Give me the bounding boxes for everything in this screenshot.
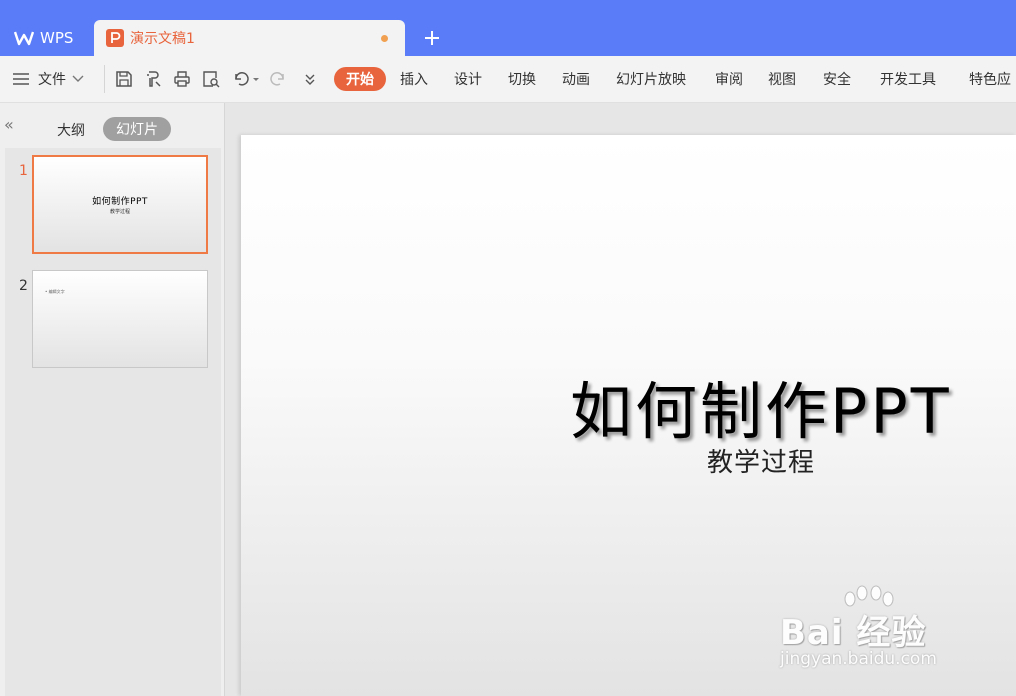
watermark-url: jingyan.baidu.com [780,649,937,669]
thumbnail-subtitle: 教学过程 [109,209,130,215]
tab-animations[interactable]: 动画 [562,67,590,91]
undo-button[interactable] [230,68,260,90]
undo-icon [235,72,259,86]
tab-home[interactable]: 开始 [334,67,386,91]
thumbnail-number: 2 [19,278,28,294]
print-preview-button[interactable] [200,68,222,90]
tab-security[interactable]: 安全 [823,67,851,91]
thumbnail-number: 1 [19,163,28,179]
save-icon [116,71,132,87]
thumbnail-bullet: • 编辑文字 [45,289,65,294]
file-menu-button[interactable]: 文件 [12,68,84,90]
tab-transitions[interactable]: 切换 [508,67,536,91]
thumbnail-list: 1 如何制作PPT 教学过程 2 • 编辑文字 [5,148,221,696]
double-chevron-down-icon [305,74,315,85]
toolbar-divider [104,65,105,93]
tab-developer[interactable]: 开发工具 [880,67,936,91]
format-painter-button[interactable] [142,68,164,90]
tab-design[interactable]: 设计 [454,67,482,91]
unsaved-indicator [381,35,388,42]
plus-icon [425,31,439,45]
print-preview-icon [203,71,220,88]
watermark-brand: Bai 经验 [780,613,927,653]
thumbnail-title: 如何制作PPT [92,197,148,207]
printer-icon [174,71,190,87]
slide-title[interactable]: 如何制作PPT [570,361,952,451]
presentation-icon [106,29,124,47]
wps-label: WPS [40,29,74,47]
tab-slideshow[interactable]: 幻灯片放映 [616,67,686,91]
slide-panel: ‹‹ 大纲 幻灯片 1 如何制作PPT 教学过程 2 • 编辑文字 [0,103,225,696]
collapse-panel-icon[interactable]: ‹‹ [4,115,14,134]
redo-button[interactable] [268,68,290,90]
watermark: Bai 经验 jingyan.baidu.com [780,585,1010,680]
new-tab-button[interactable] [420,26,444,50]
format-painter-icon [147,71,161,87]
title-bar: WPS 演示文稿1 [0,0,1016,56]
document-tab-name: 演示文稿1 [130,31,195,47]
tab-features[interactable]: 特色应 [969,67,1011,91]
hamburger-icon [13,73,29,85]
slide-thumbnail[interactable]: 如何制作PPT 教学过程 [32,155,208,254]
ribbon-toolbar: 文件 开始 插入 设计 切换 动画 幻灯片放映 审阅 视图 安全 开发工具 特色… [0,56,1016,103]
wps-logo-icon [14,30,34,46]
tab-view[interactable]: 视图 [768,67,796,91]
save-button[interactable] [113,68,135,90]
print-button[interactable] [171,68,193,90]
redo-icon [270,72,284,86]
slide-thumbnail[interactable]: • 编辑文字 [32,270,208,368]
tab-insert[interactable]: 插入 [400,67,428,91]
tab-outline[interactable]: 大纲 [57,120,85,140]
chevron-down-icon [72,75,84,82]
wps-home-tab[interactable]: WPS [0,20,92,56]
file-menu-label: 文件 [38,72,66,88]
tab-slides[interactable]: 幻灯片 [103,117,171,141]
slide-subtitle[interactable]: 教学过程 [707,442,815,479]
tab-review[interactable]: 审阅 [715,67,743,91]
customize-toolbar-button[interactable] [300,68,320,90]
document-tab[interactable]: 演示文稿1 [94,20,405,56]
